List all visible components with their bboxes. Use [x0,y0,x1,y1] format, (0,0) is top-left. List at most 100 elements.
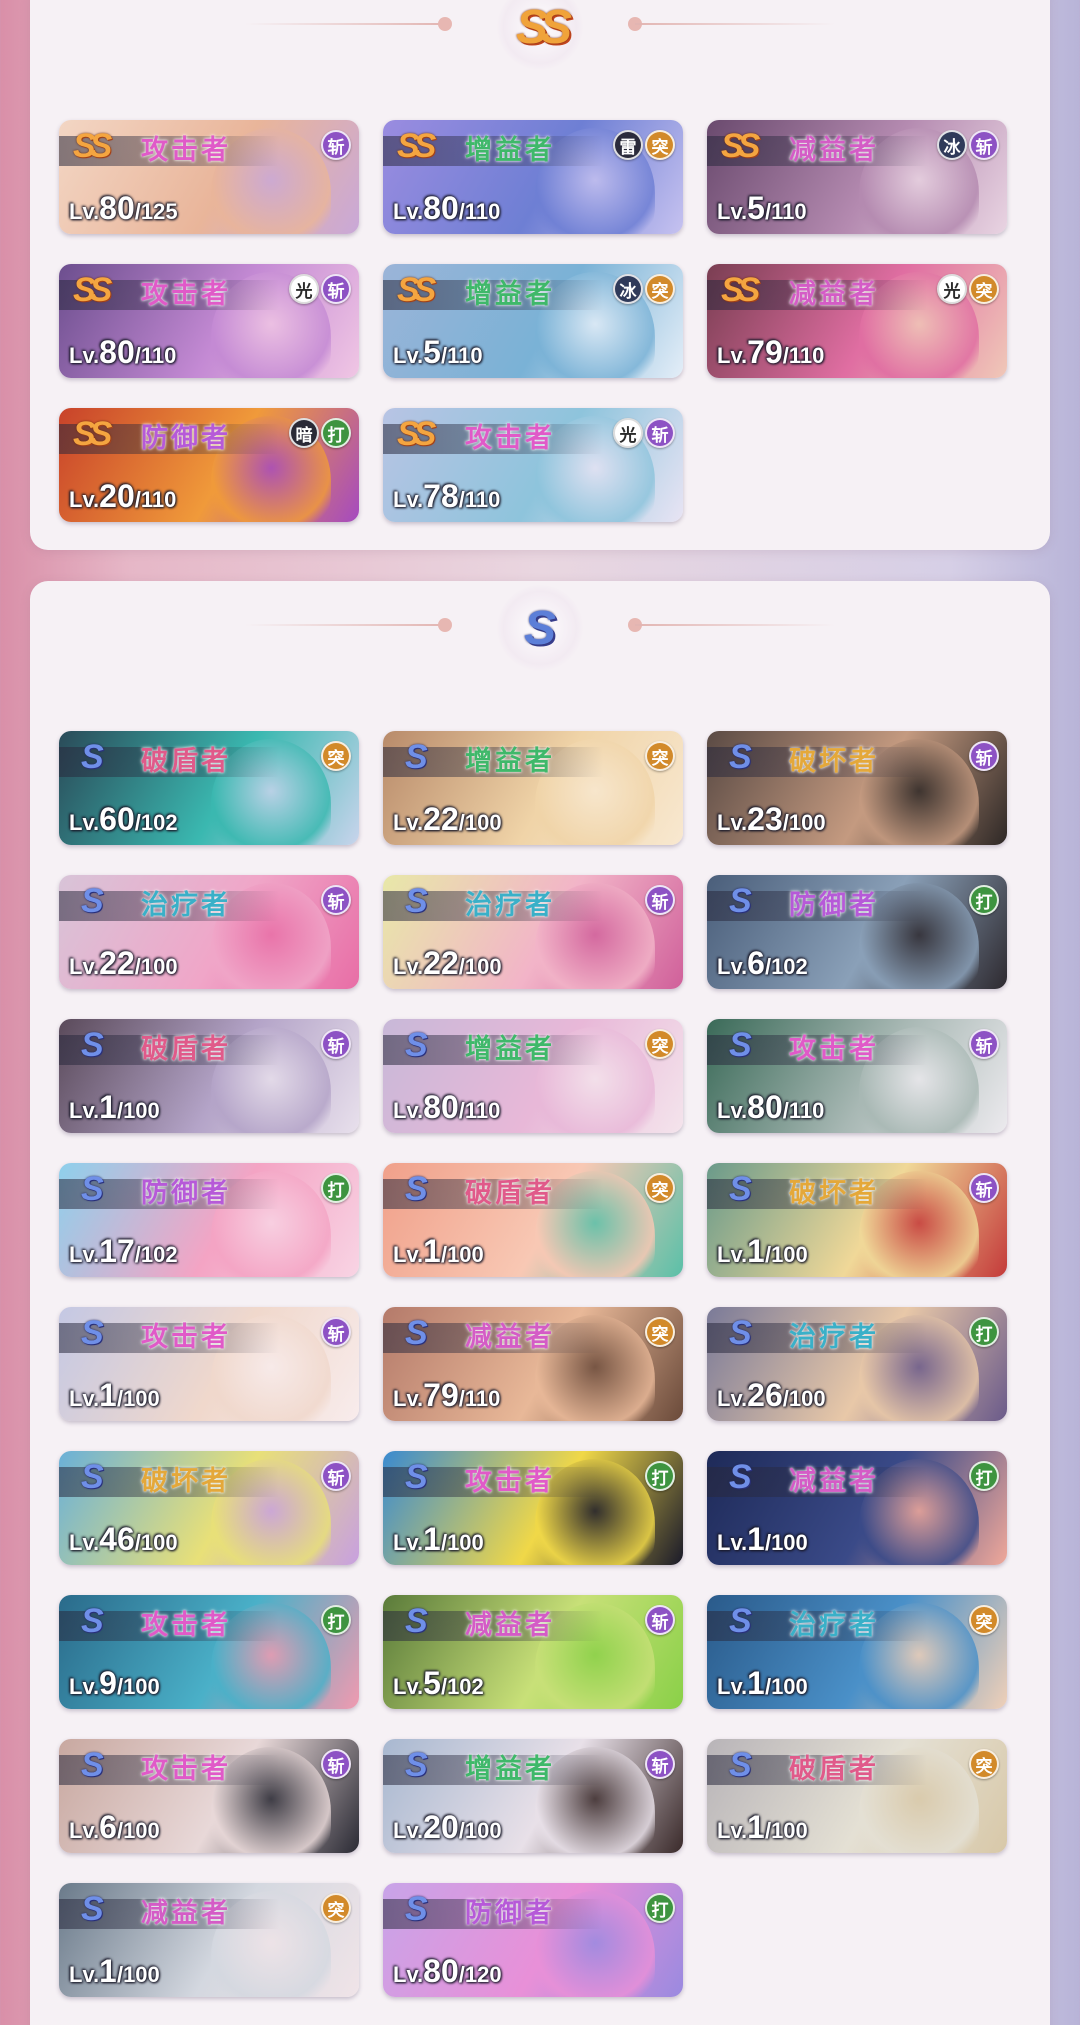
character-card[interactable]: S 减益者 Lv.79/110 突 [383,1307,683,1421]
character-card[interactable]: S 增益者 Lv.20/100 斩 [383,1739,683,1853]
character-card[interactable]: S 增益者 Lv.22/100 突 [383,731,683,845]
character-card[interactable]: SS 增益者 Lv.80/110 雷突 [383,120,683,234]
rank-icon: S [81,1890,104,1928]
attribute-badges: 斩 [321,1461,351,1491]
level-display: Lv.5/110 [717,188,807,228]
character-card[interactable]: SS 攻击者 Lv.78/110 光斩 [383,408,683,522]
level-display: Lv.1/100 [717,1231,808,1271]
level-prefix: Lv. [393,954,424,979]
role-label: 治疗者 [789,1322,879,1352]
rank-icon: SS [397,127,436,165]
attack-type-badge: 斩 [321,1461,351,1491]
divider-line [245,23,445,25]
role-label: 破盾者 [141,1034,231,1064]
level-display: Lv.5/110 [393,332,483,372]
character-card[interactable]: SS 减益者 Lv.5/110 冰斩 [707,120,1007,234]
character-card[interactable]: S 防御者 Lv.6/102 打 [707,875,1007,989]
level-display: Lv.22/100 [393,943,502,983]
character-card[interactable]: S 破盾者 Lv.60/102 突 [59,731,359,845]
attribute-badges: 突 [645,1173,675,1203]
level-current: 23 [747,801,783,837]
level-max: /120 [458,1962,502,1987]
rank-icon: S [81,1458,104,1496]
character-card[interactable]: S 治疗者 Lv.26/100 打 [707,1307,1007,1421]
attack-type-badge: 打 [969,1461,999,1491]
character-card[interactable]: S 减益者 Lv.5/102 斩 [383,1595,683,1709]
character-card[interactable]: S 破盾者 Lv.1/100 斩 [59,1019,359,1133]
level-prefix: Lv. [717,343,748,368]
rank-icon: SS [397,415,436,453]
character-card[interactable]: S 攻击者 Lv.1/100 打 [383,1451,683,1565]
character-card[interactable]: S 攻击者 Lv.9/100 打 [59,1595,359,1709]
level-display: Lv.80/120 [393,1951,502,1991]
attribute-badges: 突 [969,1605,999,1635]
attack-type-badge: 突 [321,741,351,771]
character-card[interactable]: S 减益者 Lv.1/100 打 [707,1451,1007,1565]
character-card[interactable]: S 破坏者 Lv.23/100 斩 [707,731,1007,845]
role-label: 攻击者 [789,1034,879,1064]
character-card[interactable]: SS 防御者 Lv.20/110 暗打 [59,408,359,522]
attribute-badges: 斩 [321,1029,351,1059]
level-prefix: Lv. [717,1242,748,1267]
element-badge: 雷 [613,130,643,160]
rank-icon: S [405,1026,428,1064]
attack-type-badge: 斩 [645,1605,675,1635]
role-label: 破盾者 [789,1754,879,1784]
attribute-badges: 打 [969,1461,999,1491]
attack-type-badge: 斩 [969,1029,999,1059]
level-display: Lv.1/100 [717,1807,808,1847]
character-card[interactable]: SS 减益者 Lv.79/110 光突 [707,264,1007,378]
level-prefix: Lv. [69,1674,100,1699]
rank-icon: S [81,1170,104,1208]
level-prefix: Lv. [717,199,748,224]
level-display: Lv.5/102 [393,1663,484,1703]
character-card[interactable]: S 攻击者 Lv.1/100 斩 [59,1307,359,1421]
level-prefix: Lv. [393,810,424,835]
element-badge: 暗 [289,418,319,448]
ss-rank-emblem: SS [497,0,583,70]
character-card[interactable]: S 增益者 Lv.80/110 突 [383,1019,683,1133]
character-card[interactable]: S 治疗者 Lv.22/100 斩 [59,875,359,989]
level-max: /102 [134,810,178,835]
character-card[interactable]: S 攻击者 Lv.80/110 斩 [707,1019,1007,1133]
level-display: Lv.22/100 [393,799,502,839]
role-label: 治疗者 [141,890,231,920]
level-display: Lv.1/100 [717,1519,808,1559]
character-card[interactable]: S 破盾者 Lv.1/100 突 [383,1163,683,1277]
attack-type-badge: 斩 [645,885,675,915]
level-display: Lv.20/100 [393,1807,502,1847]
divider-line [635,624,835,626]
role-label: 防御者 [789,890,879,920]
character-card[interactable]: S 治疗者 Lv.22/100 斩 [383,875,683,989]
attack-type-badge: 打 [321,418,351,448]
character-card[interactable]: SS 增益者 Lv.5/110 冰突 [383,264,683,378]
character-card[interactable]: S 减益者 Lv.1/100 突 [59,1883,359,1997]
level-max: /110 [458,487,501,512]
character-card[interactable]: S 防御者 Lv.80/120 打 [383,1883,683,1997]
rank-icon: SS [721,271,760,309]
character-card[interactable]: S 防御者 Lv.17/102 打 [59,1163,359,1277]
level-current: 17 [99,1233,135,1269]
character-card[interactable]: S 攻击者 Lv.6/100 斩 [59,1739,359,1853]
attribute-badges: 打 [321,1173,351,1203]
character-card[interactable]: S 破坏者 Lv.46/100 斩 [59,1451,359,1565]
character-card[interactable]: S 治疗者 Lv.1/100 突 [707,1595,1007,1709]
character-card[interactable]: S 破坏者 Lv.1/100 斩 [707,1163,1007,1277]
ss-rank-header: SS [30,0,1050,70]
attribute-badges: 雷突 [613,130,675,160]
attribute-badges: 光斩 [289,274,351,304]
level-display: Lv.80/125 [69,188,178,228]
character-card[interactable]: SS 攻击者 Lv.80/125 斩 [59,120,359,234]
attack-type-badge: 斩 [321,885,351,915]
character-card[interactable]: SS 攻击者 Lv.80/110 光斩 [59,264,359,378]
level-current: 6 [747,945,765,981]
level-current: 79 [423,1377,459,1413]
element-badge: 光 [937,274,967,304]
role-label: 增益者 [465,279,555,309]
level-prefix: Lv. [717,1674,748,1699]
character-card[interactable]: S 破盾者 Lv.1/100 突 [707,1739,1007,1853]
attribute-badges: 冰突 [613,274,675,304]
rank-icon: S [405,1746,428,1784]
level-current: 80 [99,334,135,370]
rank-icon: SS [73,415,112,453]
